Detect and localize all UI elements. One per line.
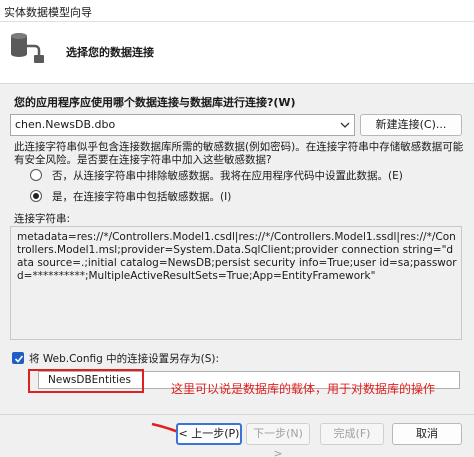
checkmark-icon [14, 355, 24, 363]
radio-include[interactable] [30, 190, 42, 202]
database-connection-icon [11, 33, 44, 63]
new-connection-button[interactable]: 新建连接(C)... [360, 114, 462, 136]
option-exclude-label: 否，从连接字符串中排除敏感数据。我将在应用程序代码中设置此数据。(E) [52, 169, 403, 182]
save-setting-row[interactable]: 将 Web.Config 中的连接设置另存为(S): [12, 350, 219, 366]
prev-button[interactable]: < 上一步(P) [176, 423, 242, 445]
entity-name-value: NewsDBEntities [48, 374, 131, 386]
save-setting-label: 将 Web.Config 中的连接设置另存为(S): [29, 352, 219, 365]
title-bar: 实体数据模型向导 [0, 0, 474, 22]
sensitive-data-note: 此连接字符串似乎包含连接数据库所需的敏感数据(例如密码)。在连接字符串中存储敏感… [14, 141, 464, 166]
connection-dropdown[interactable]: chen.NewsDB.dbo [10, 114, 355, 136]
page-subtitle: 选择您的数据连接 [66, 46, 154, 59]
wizard-header: 选择您的数据连接 [0, 22, 474, 84]
cancel-button[interactable]: 取消 [392, 423, 462, 445]
option-exclude-sensitive[interactable]: 否，从连接字符串中排除敏感数据。我将在应用程序代码中设置此数据。(E) [30, 168, 403, 182]
option-include-label: 是，在连接字符串中包括敏感数据。(I) [52, 190, 232, 203]
window-title: 实体数据模型向导 [4, 6, 92, 19]
connection-string-box[interactable]: metadata=res://*/Controllers.Model1.csdl… [10, 226, 462, 340]
connection-string-text: metadata=res://*/Controllers.Model1.csdl… [17, 231, 457, 282]
connection-string-label: 连接字符串: [14, 213, 71, 225]
save-setting-checkbox[interactable] [12, 352, 24, 364]
annotation-text: 这里可以说是数据库的载体，用于对数据库的操作 [171, 382, 436, 396]
footer-divider [0, 414, 474, 415]
next-button[interactable]: 下一步(N) > [246, 423, 310, 457]
radio-exclude[interactable] [30, 169, 42, 181]
finish-button[interactable]: 完成(F) [320, 423, 384, 445]
option-include-sensitive[interactable]: 是，在连接字符串中包括敏感数据。(I) [30, 189, 231, 203]
connection-dropdown-value: chen.NewsDB.dbo [15, 118, 116, 131]
connection-question: 您的应用程序应使用哪个数据连接与数据库进行连接?(W) [14, 96, 296, 109]
chevron-down-icon [340, 122, 350, 128]
